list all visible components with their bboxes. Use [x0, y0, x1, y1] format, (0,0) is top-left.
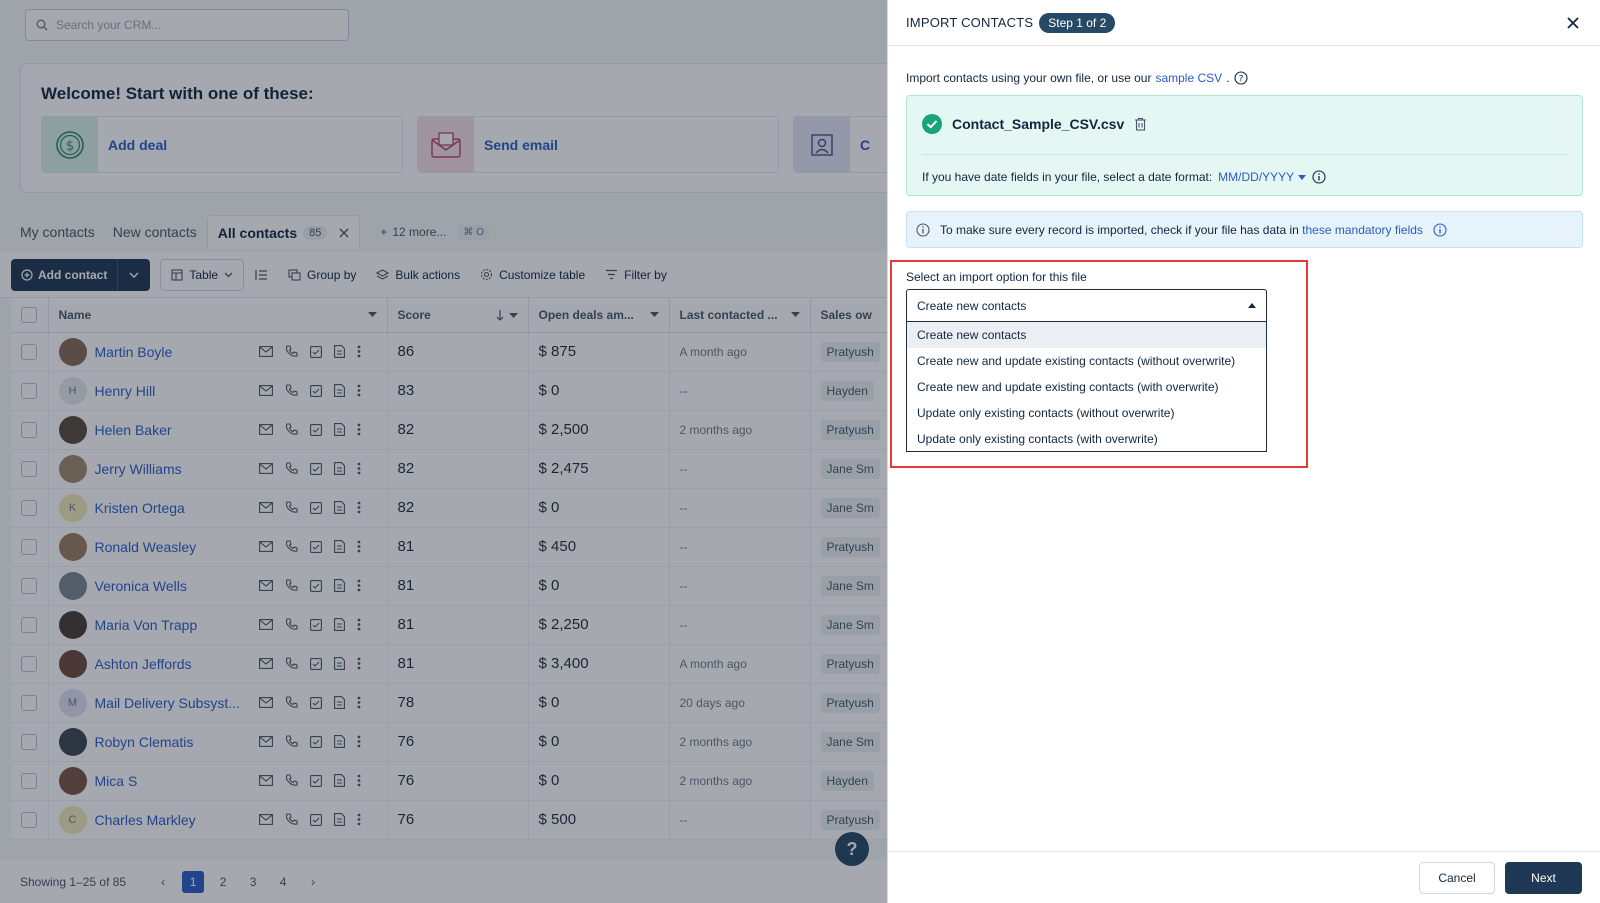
notice-text: To make sure every record is imported, c…: [940, 223, 1423, 237]
info-icon[interactable]: [1312, 170, 1326, 184]
option-update-overwrite[interactable]: Update only existing contacts (with over…: [907, 426, 1266, 452]
import-option-label: Select an import option for this file: [906, 270, 1087, 284]
panel-title: IMPORT CONTACTS: [906, 15, 1034, 30]
caret-down-icon: [1298, 174, 1307, 180]
help-circle-icon[interactable]: ?: [1233, 71, 1248, 85]
caret-up-icon: [1248, 303, 1256, 308]
notice-body: To make sure every record is imported, c…: [940, 222, 1299, 237]
intro-text: Import contacts using your own file, or …: [906, 71, 1152, 85]
import-option-dropdown: Create new contacts Create new and updat…: [906, 322, 1267, 452]
check-circle-icon: [922, 114, 942, 134]
cancel-button[interactable]: Cancel: [1419, 862, 1495, 894]
step-badge: Step 1 of 2: [1039, 12, 1116, 33]
option-create-update-overwrite[interactable]: Create new and update existing contacts …: [907, 374, 1266, 400]
trash-icon[interactable]: [1134, 117, 1147, 131]
mandatory-fields-link[interactable]: these mandatory fields: [1302, 223, 1423, 237]
date-format-row: If you have date fields in your file, se…: [922, 170, 1326, 184]
date-format-value: MM/DD/YYYY: [1218, 170, 1295, 184]
info-icon[interactable]: [1433, 222, 1447, 237]
option-create-new[interactable]: Create new contacts: [907, 322, 1266, 348]
intro-period: .: [1226, 71, 1230, 85]
modal-backdrop[interactable]: [0, 0, 887, 903]
import-contacts-panel: IMPORT CONTACTS Step 1 of 2 Import conta…: [887, 0, 1600, 903]
file-divider: [922, 154, 1567, 155]
import-option-value: Create new contacts: [917, 298, 1027, 313]
uploaded-file: Contact_Sample_CSV.csv: [922, 114, 1147, 134]
option-update-no-overwrite[interactable]: Update only existing contacts (without o…: [907, 400, 1266, 426]
close-panel-button[interactable]: [1564, 14, 1582, 32]
import-option-select[interactable]: Create new contacts: [906, 289, 1267, 322]
date-format-text: If you have date fields in your file, se…: [922, 170, 1213, 184]
panel-header: IMPORT CONTACTS Step 1 of 2: [888, 0, 1600, 46]
file-name: Contact_Sample_CSV.csv: [952, 116, 1125, 132]
next-button[interactable]: Next: [1505, 862, 1582, 894]
date-format-select[interactable]: MM/DD/YYYY: [1218, 170, 1307, 184]
info-icon: [916, 222, 930, 237]
svg-text:?: ?: [1238, 74, 1243, 84]
option-create-update-no-overwrite[interactable]: Create new and update existing contacts …: [907, 348, 1266, 374]
panel-footer: Cancel Next: [888, 851, 1600, 903]
uploaded-file-box: Contact_Sample_CSV.csv If you have date …: [906, 95, 1583, 196]
import-intro: Import contacts using your own file, or …: [906, 71, 1248, 85]
sample-csv-link[interactable]: sample CSV: [1155, 71, 1222, 85]
mandatory-fields-notice: To make sure every record is imported, c…: [906, 211, 1583, 248]
close-icon: [1567, 17, 1579, 29]
